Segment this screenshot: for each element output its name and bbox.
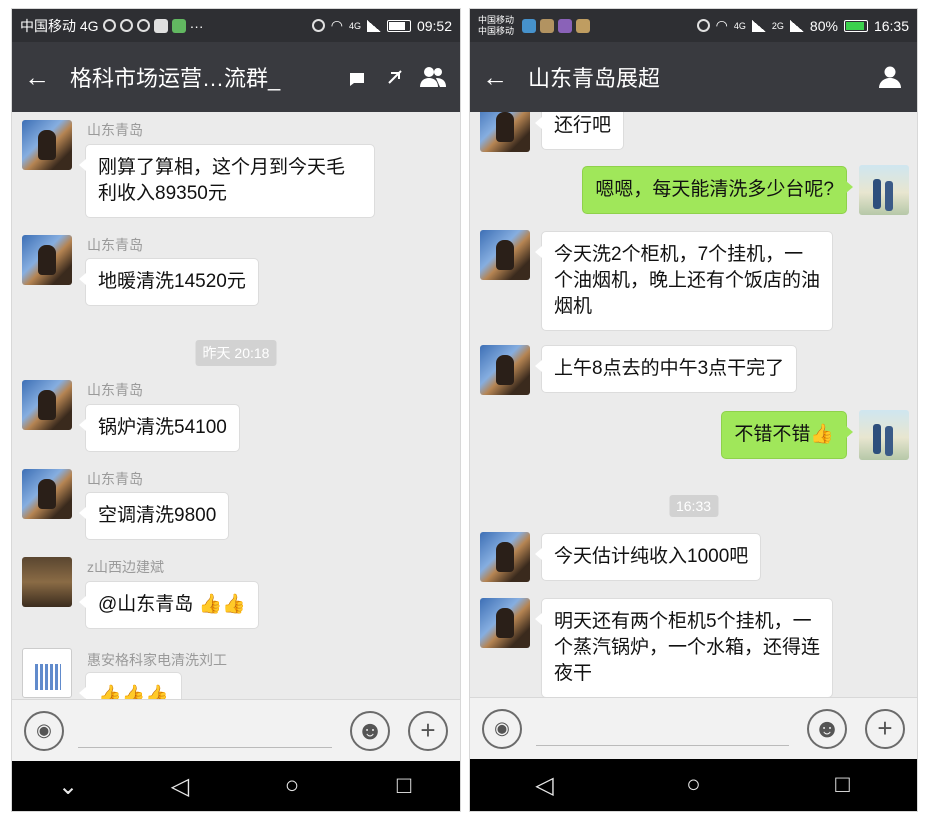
sender-avatar[interactable] (480, 112, 530, 152)
voice-input-icon[interactable]: ◉ (24, 710, 64, 751)
sender-avatar[interactable] (22, 469, 72, 519)
my-avatar[interactable] (859, 165, 909, 215)
message-timestamp: 昨天 20:18 (195, 340, 277, 366)
chat-area[interactable]: 还行吧 嗯嗯，每天能清洗多少台呢? 今天洗2个柜机，7个挂机，一个油烟机，晚上还… (470, 112, 917, 697)
signal-icon (751, 19, 766, 32)
message-bubble[interactable]: @山东青岛 👍👍 (79, 581, 259, 629)
chat-title-bar: ← 山东青岛展超 (470, 42, 917, 112)
no-disturb-icon (380, 62, 410, 92)
battery-icon (386, 19, 411, 32)
more-icon: ··· (189, 17, 204, 34)
sender-name: 山东青岛 (87, 471, 143, 487)
battery-percent: 80% (809, 17, 838, 34)
status-bar: 中国移动 中国移动 ◠ 4G 2G 80% 16:35 (470, 9, 917, 42)
clock-time: 16:35 (873, 17, 909, 34)
sender-avatar[interactable] (22, 235, 72, 285)
notification-icon (136, 19, 150, 32)
system-navigation-bar: ⌄ ◁ ○ □ (12, 761, 460, 811)
network-type-label: 4G (348, 20, 361, 31)
app-notification-icon (171, 18, 186, 33)
sender-avatar[interactable] (480, 230, 530, 280)
sender-avatar[interactable] (480, 532, 530, 582)
message-bubble[interactable]: 地暖清洗14520元 (79, 258, 259, 306)
group-members-icon[interactable] (418, 62, 448, 92)
recents-square-icon[interactable]: □ (823, 765, 863, 805)
message-input[interactable] (536, 711, 789, 746)
network-type-label: 2G (771, 20, 784, 31)
message-bubble[interactable]: 刚算了算相，这个月到今天毛利收入89350元 (79, 144, 375, 218)
message-bubble-outgoing[interactable]: 嗯嗯，每天能清洗多少台呢? (582, 166, 853, 214)
notification-icon (119, 19, 133, 32)
app-notification-icon (558, 18, 573, 33)
chat-area[interactable]: 山东青岛 刚算了算相，这个月到今天毛利收入89350元 山东青岛 地暖清洗145… (12, 112, 460, 699)
network-type-label: 4G (733, 20, 746, 31)
back-triangle-icon[interactable]: ◁ (525, 765, 565, 805)
message-input[interactable] (78, 713, 332, 748)
alarm-icon (696, 19, 710, 32)
back-arrow-icon[interactable]: ← (24, 64, 64, 90)
chevron-down-icon[interactable]: ⌄ (48, 766, 88, 806)
carrier-label: 中国移动 (478, 14, 515, 25)
sender-name: z山西边建斌 (87, 559, 164, 575)
carrier-label: 中国移动 4G (20, 17, 99, 34)
message-bubble[interactable]: 今天估计纯收入1000吧 (534, 533, 762, 581)
home-circle-icon[interactable]: ○ (674, 765, 714, 805)
mute-icon (342, 62, 372, 92)
left-phone-screen: 中国移动 4G ··· ◠ 4G 09:52 ← 格科市场运营…流群_ 山东青岛… (11, 8, 461, 812)
status-bar: 中国移动 4G ··· ◠ 4G 09:52 (12, 9, 460, 42)
chat-title: 山东青岛展超 (528, 66, 661, 91)
alarm-icon (311, 19, 325, 32)
system-navigation-bar: ◁ ○ □ (470, 759, 917, 811)
sender-name: 惠安格科家电清洗刘工 (87, 652, 227, 668)
sender-avatar[interactable] (480, 598, 530, 648)
message-bubble[interactable]: 锅炉清洗54100 (79, 404, 240, 452)
message-bubble-outgoing[interactable]: 不错不错👍 (721, 411, 853, 459)
sender-avatar[interactable] (480, 345, 530, 395)
person-icon[interactable] (875, 62, 905, 92)
message-bubble[interactable]: 明天还有两个柜机5个挂机，一个蒸汽锅炉，一个水箱，还得连夜干 (535, 598, 833, 697)
clock-time: 09:52 (416, 17, 452, 34)
wifi-icon: ◠ (715, 17, 728, 33)
app-notification-icon (522, 18, 537, 33)
chat-title: 格科市场运营…流群_ (70, 66, 281, 91)
sender-name: 山东青岛 (87, 122, 143, 138)
chat-input-bar: ◉ ☻ + (470, 697, 917, 759)
back-arrow-icon[interactable]: ← (482, 64, 522, 90)
home-circle-icon[interactable]: ○ (272, 766, 312, 806)
sender-avatar[interactable] (22, 380, 72, 430)
recents-square-icon[interactable]: □ (384, 766, 424, 806)
signal-icon (789, 19, 804, 32)
signal-icon (366, 19, 381, 32)
app-notification-icon (540, 18, 555, 33)
sender-avatar[interactable] (22, 557, 72, 607)
back-triangle-icon[interactable]: ◁ (160, 766, 200, 806)
voice-input-icon[interactable]: ◉ (482, 708, 522, 749)
notification-icon (102, 19, 116, 32)
sender-name: 山东青岛 (87, 237, 143, 253)
right-phone-screen: 中国移动 中国移动 ◠ 4G 2G 80% 16:35 ← 山东青岛展超 还行吧… (469, 8, 918, 812)
message-bubble[interactable]: 今天洗2个柜机，7个挂机，一个油烟机，晚上还有个饭店的油烟机 (535, 231, 833, 331)
battery-icon (843, 19, 868, 32)
sender-avatar[interactable] (22, 648, 72, 698)
sender-name: 山东青岛 (87, 382, 143, 398)
my-avatar[interactable] (859, 410, 909, 460)
app-notification-icon (576, 18, 591, 33)
emoji-icon[interactable]: ☻ (807, 708, 847, 749)
carrier-label: 中国移动 (478, 25, 515, 36)
app-notification-icon (153, 18, 168, 33)
message-timestamp: 16:33 (668, 495, 719, 517)
emoji-icon[interactable]: ☻ (350, 710, 390, 751)
chat-input-bar: ◉ ☻ + (12, 699, 460, 761)
message-bubble[interactable]: 👍👍👍 (79, 672, 182, 699)
wifi-icon: ◠ (330, 17, 343, 33)
plus-icon[interactable]: + (865, 708, 905, 749)
message-bubble[interactable]: 还行吧 (534, 112, 625, 150)
message-bubble[interactable]: 空调清洗9800 (78, 492, 230, 540)
chat-title-bar: ← 格科市场运营…流群_ (12, 42, 460, 112)
sender-avatar[interactable] (22, 120, 72, 170)
plus-icon[interactable]: + (408, 710, 448, 751)
message-bubble[interactable]: 上午8点去的中午3点干完了 (534, 345, 798, 393)
